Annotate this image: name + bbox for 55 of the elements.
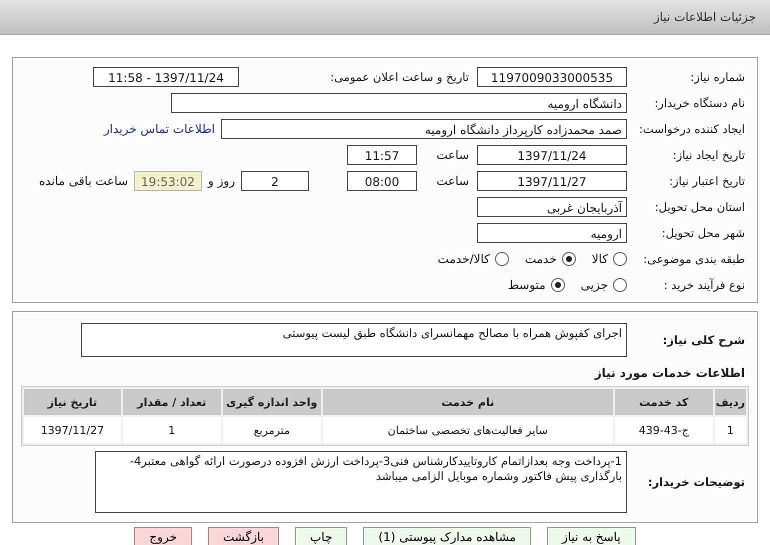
table-cell: سایر فعالیت‌های تخصصی ساختمان [322,417,613,443]
field-label: شهر محل تحویل: [660,226,746,240]
radio-option[interactable]: کالا [592,252,627,266]
action-button[interactable]: بازگشت [208,527,279,545]
field-label: تاریخ و ساعت اعلان عمومی: [329,70,469,84]
column-header: تعداد / مقدار [122,389,221,415]
radio-option[interactable]: کالا/خدمت [438,252,509,266]
input-field[interactable]: صمد محمدزاده کارپرداز دانشگاه ارومیه [221,119,627,139]
field-label: ساعت [435,148,470,162]
table-cell: ج-43-439 [614,417,713,443]
action-button[interactable]: خروج [134,527,192,545]
field-label: شرح کلی نیاز: [662,333,746,347]
page-title: جزئیات اطلاعات نیاز [654,10,756,24]
column-header: نام خدمت [322,389,613,415]
input-field[interactable]: 08:00 [347,171,417,191]
table-cell: مترمربع [222,417,321,443]
field-label: شماره نیاز: [689,70,746,84]
field-label: ایجاد کننده درخواست: [638,122,746,136]
field-label: نوع فرآیند خرید : [662,278,746,292]
field-label: تاریخ ایجاد نیاز: [672,148,746,162]
action-button[interactable]: چاپ [295,527,348,545]
input-field[interactable]: آذربایجان غربی [477,197,627,217]
countdown-field: 19:53:02 [134,171,202,191]
field-label: طبقه بندی موضوعی: [642,252,746,266]
action-button[interactable]: مشاهده مدارک پیوستی (1) [363,527,531,545]
column-header: کد خدمت [614,389,713,415]
field-label: ساعت [435,174,470,188]
table-cell: 1 [122,417,221,443]
input-field[interactable]: دانشگاه ارومیه [171,93,627,113]
input-field[interactable]: 1397/11/24 - 11:58 [93,67,239,87]
input-field[interactable]: 11:57 [347,145,417,165]
field-label: ساعت باقی مانده [38,174,129,188]
section-title: اطلاعات خدمات مورد نیاز [593,365,746,382]
action-button[interactable]: پاسخ به نیاز [546,527,636,545]
radio-option[interactable]: متوسط [508,278,565,292]
description-box: اجرای کفپوش همراه با مصالح مهمانسرای دانشگاه طبق لیست پیوستی [81,323,627,357]
column-header: واحد اندازه گیری [222,389,321,415]
radio-option[interactable]: خدمت [524,252,576,266]
field-label: روز و [206,174,236,188]
contact-link[interactable]: اطلاعات تماس خریدار [104,122,215,136]
input-field[interactable]: 1397/11/24 [477,145,627,165]
field-label: توضیحات خریدار: [646,475,746,489]
table-cell: 1397/11/27 [24,417,121,443]
field-label: استان محل تحویل: [654,200,746,214]
field-label: تاریخ اعتبار نیاز: [668,174,746,188]
column-header: ردیف [714,389,746,415]
notes-box: 1-پرداخت وجه بعدازاتمام کاروتاییدکارشناس فنی3-پرداخت ارزش افزوده درصورت ارائه گواهی معتبر4-بارگذاری پیش فاکتور وشماره موبایل الزامی میباشد [95,451,627,513]
column-header: تاریخ نیاز [24,389,121,415]
table-cell: 1 [714,417,746,443]
input-field[interactable]: 1397/11/27 [477,171,627,191]
input-field[interactable]: ارومیه [477,223,627,243]
input-field[interactable]: 2 [241,171,309,191]
field-label: نام دستگاه خریدار: [653,96,746,110]
input-field[interactable]: 1197009033000535 [477,67,627,87]
radio-option[interactable]: جزیی [580,278,627,292]
